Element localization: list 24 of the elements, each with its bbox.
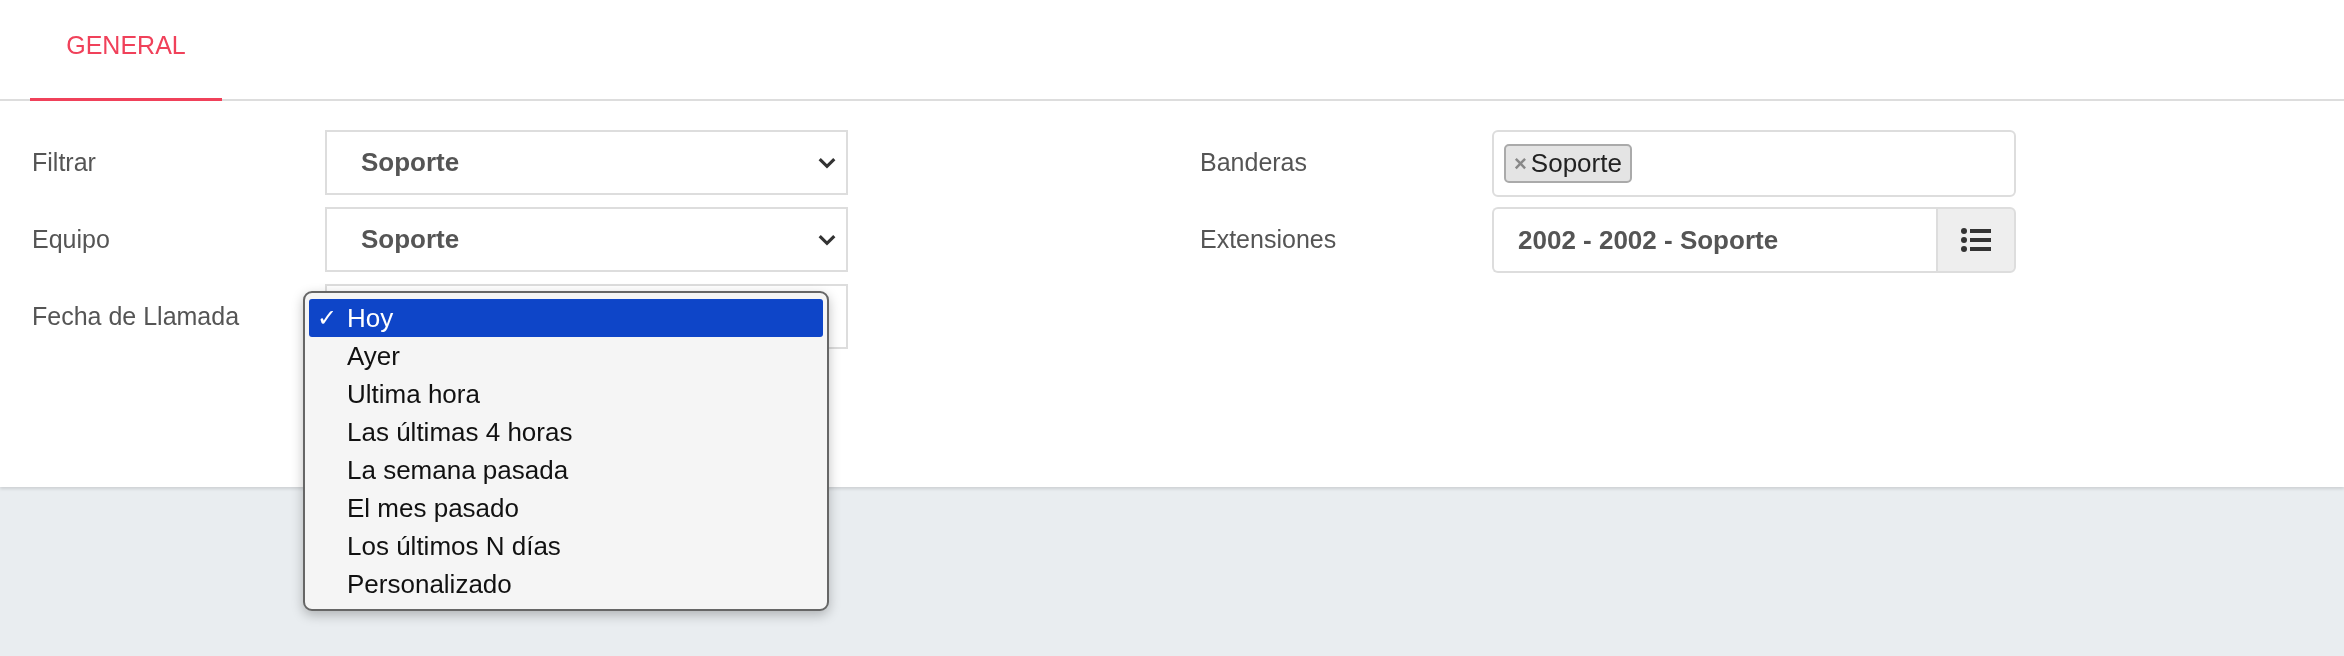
dropdown-option[interactable]: Los últimos N días <box>309 527 823 565</box>
dropdown-option[interactable]: Ayer <box>309 337 823 375</box>
dropdown-option[interactable]: Ultima hora <box>309 375 823 413</box>
field-label: Banderas <box>1200 148 1309 177</box>
tag-label: Soporte <box>1530 148 1622 179</box>
field-label: Fecha de Llamada <box>32 302 241 331</box>
field-label: Filtrar <box>32 148 97 177</box>
list-icon <box>1961 228 1991 252</box>
chevron-down-icon <box>818 156 836 169</box>
tab[interactable]: GENERAL <box>30 0 222 101</box>
check-mark: ✓ <box>317 304 338 332</box>
list-button[interactable] <box>1936 207 2016 273</box>
chevron-down-icon <box>818 233 836 246</box>
dropdown-option[interactable]: Personalizado <box>309 565 823 603</box>
dropdown-option[interactable]: La semana pasada <box>309 451 823 489</box>
select-field[interactable]: Soporte <box>325 207 848 272</box>
tag-input-field[interactable]: ×Soporte <box>1492 130 2016 197</box>
field-label: Equipo <box>32 225 111 254</box>
select-field[interactable]: Soporte <box>325 130 848 195</box>
dropdown-option[interactable]: ✓ Hoy <box>309 299 823 337</box>
extension-field[interactable]: 2002 - 2002 - Soporte <box>1492 207 1936 273</box>
field-label: Extensiones <box>1200 225 1338 254</box>
dropdown-option[interactable]: Las últimas 4 horas <box>309 413 823 451</box>
dropdown-option[interactable]: El mes pasado <box>309 489 823 527</box>
